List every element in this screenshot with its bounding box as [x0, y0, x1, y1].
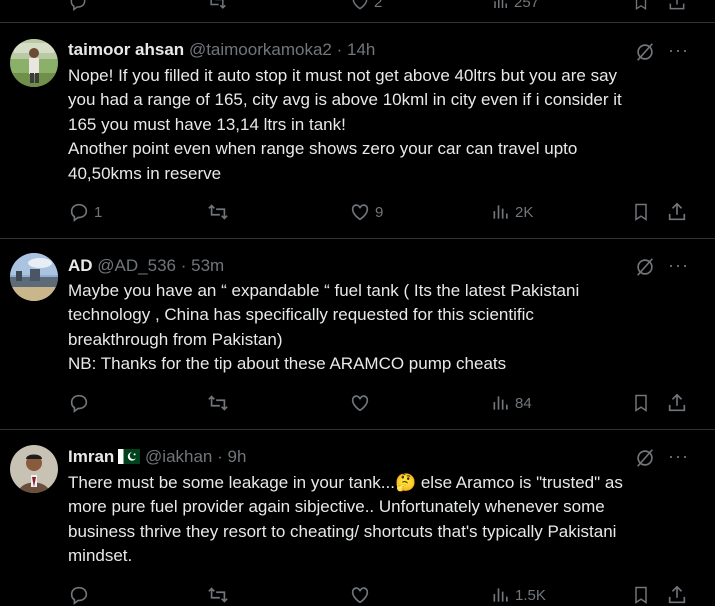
repost-button[interactable] — [206, 201, 234, 223]
views-count: 257 — [514, 0, 540, 11]
avatar[interactable] — [10, 39, 58, 87]
views-count: 84 — [515, 394, 532, 412]
separator: · — [331, 40, 347, 59]
more-icon[interactable]: ··· — [668, 40, 689, 61]
reply-button[interactable] — [68, 0, 88, 12]
like-button[interactable]: 2 — [350, 0, 382, 12]
like-icon — [352, 0, 368, 10]
more-icon[interactable]: ··· — [668, 446, 689, 467]
like-count: 2 — [374, 0, 383, 11]
bookmark-button[interactable] — [631, 392, 651, 414]
repost-icon — [208, 395, 228, 411]
like-icon — [351, 395, 369, 412]
bookmark-icon — [635, 394, 647, 412]
tweet-text: Nope! If you filled it auto stop it must… — [68, 66, 622, 183]
tweet-header: taimoor ahsan @taimoorkamoka2 · 14h — [68, 40, 375, 60]
tweet-text: There must be some leakage in your tank.… — [68, 473, 623, 566]
bookmark-icon — [635, 0, 647, 11]
avatar[interactable] — [10, 445, 58, 493]
views-icon — [493, 396, 508, 410]
views-button[interactable]: 257 — [492, 0, 539, 12]
views-count: 2K — [515, 203, 534, 221]
views-button[interactable]: 2K — [491, 201, 533, 223]
tweet[interactable]: Imran @iakhan · 9h ··· There must be som… — [0, 430, 715, 605]
share-button[interactable] — [667, 0, 687, 12]
tweet-header: Imran @iakhan · 9h — [68, 447, 246, 467]
reply-button[interactable] — [68, 392, 94, 414]
bookmark-button[interactable] — [632, 0, 650, 12]
tweet[interactable]: taimoor ahsan @taimoorkamoka2 · 14h ··· … — [0, 23, 715, 239]
reply-button[interactable]: 1 — [68, 201, 102, 223]
views-icon — [494, 0, 507, 8]
bookmark-icon — [635, 203, 647, 221]
views-icon — [493, 205, 508, 219]
grok-icon — [637, 449, 653, 467]
tweet[interactable]: AD @AD_536 · 53m ··· Maybe you have an “… — [0, 239, 715, 430]
share-icon — [668, 202, 686, 221]
user-handle[interactable]: @taimoorkamoka2 — [189, 40, 332, 59]
grok-icon — [637, 258, 653, 276]
reply-icon — [70, 394, 88, 413]
display-name[interactable]: Imran — [68, 447, 114, 466]
user-handle[interactable]: @AD_536 — [97, 256, 176, 275]
reply-count: 1 — [94, 203, 103, 221]
avatar[interactable] — [10, 253, 58, 301]
more-icon[interactable]: ··· — [668, 255, 689, 276]
timestamp[interactable]: 14h — [347, 40, 375, 59]
reply-icon — [70, 203, 88, 222]
tweet-header: AD @AD_536 · 53m — [68, 256, 224, 276]
display-name[interactable]: taimoor ahsan — [68, 40, 184, 59]
grok-icon — [637, 43, 653, 61]
like-icon — [351, 204, 369, 221]
bookmark-button[interactable] — [631, 201, 651, 223]
tweet-text: Maybe you have an “ expandable “ fuel ta… — [68, 281, 580, 374]
grok-button[interactable] — [634, 447, 656, 474]
display-name[interactable]: AD — [68, 256, 93, 275]
like-button[interactable] — [349, 392, 375, 414]
user-handle[interactable]: @iakhan — [145, 447, 212, 466]
share-icon — [668, 393, 686, 412]
views-count: 1.5K — [515, 586, 546, 604]
previous-tweet-action-bar: 2 257 — [0, 0, 715, 23]
repost-button[interactable] — [206, 392, 234, 414]
like-button[interactable]: 9 — [349, 201, 383, 223]
repost-icon — [208, 204, 228, 220]
separator: · — [176, 256, 192, 275]
repost-icon — [210, 0, 226, 9]
timestamp[interactable]: 9h — [228, 447, 247, 466]
pakistan-flag-icon — [118, 449, 141, 464]
separator: · — [212, 447, 228, 466]
share-icon — [669, 0, 685, 10]
reply-icon — [70, 0, 86, 11]
share-button[interactable] — [666, 201, 688, 223]
repost-button[interactable] — [206, 0, 228, 12]
like-count: 9 — [375, 203, 384, 221]
share-button[interactable] — [666, 392, 688, 414]
timestamp[interactable]: 53m — [191, 256, 224, 275]
views-button[interactable]: 84 — [491, 392, 532, 414]
